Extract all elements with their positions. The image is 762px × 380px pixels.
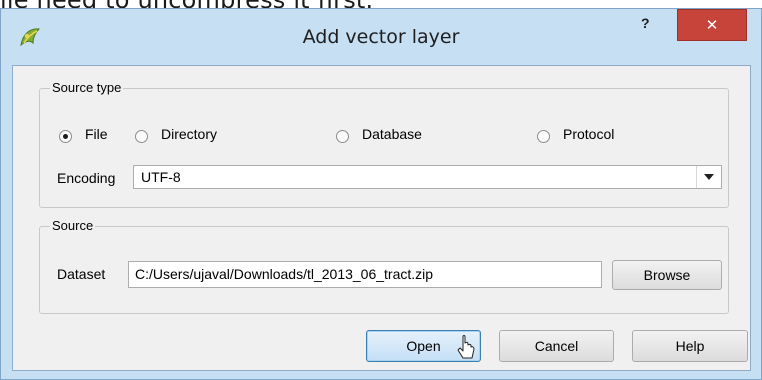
source-legend: Source bbox=[50, 218, 96, 233]
source-type-legend: Source type bbox=[50, 80, 124, 95]
directory-radio-label[interactable]: Directory bbox=[161, 126, 217, 142]
file-radio-label[interactable]: File bbox=[85, 126, 108, 142]
directory-radio[interactable] bbox=[135, 130, 148, 143]
add-vector-layer-dialog: Add vector layer ? ✕ Source type File Di… bbox=[0, 8, 762, 380]
database-radio-label[interactable]: Database bbox=[362, 126, 422, 142]
chevron-down-icon[interactable] bbox=[696, 166, 721, 188]
screenshot: ile need to uncompress it first. Add vec… bbox=[0, 0, 762, 380]
close-button[interactable]: ✕ bbox=[677, 9, 747, 41]
dialog-body: Source type File Directory Database Prot… bbox=[12, 65, 751, 371]
database-radio[interactable] bbox=[336, 130, 349, 143]
close-icon: ✕ bbox=[705, 16, 719, 34]
title-bar[interactable]: Add vector layer ? ✕ bbox=[1, 9, 761, 65]
encoding-select[interactable]: UTF-8 bbox=[133, 165, 722, 189]
mouse-pointer-icon bbox=[457, 335, 475, 359]
dataset-path-input[interactable]: C:/Users/ujaval/Downloads/tl_2013_06_tra… bbox=[128, 261, 602, 288]
encoding-label: Encoding bbox=[57, 170, 116, 186]
source-group: Source Dataset C:/Users/ujaval/Downloads… bbox=[39, 218, 729, 314]
file-radio[interactable] bbox=[59, 130, 72, 143]
dataset-label: Dataset bbox=[57, 266, 106, 282]
browse-button[interactable]: Browse bbox=[612, 260, 722, 290]
protocol-radio-label[interactable]: Protocol bbox=[563, 126, 614, 142]
context-help-button[interactable]: ? bbox=[641, 15, 650, 31]
help-button[interactable]: Help bbox=[632, 330, 748, 362]
encoding-value: UTF-8 bbox=[141, 169, 181, 185]
cancel-button[interactable]: Cancel bbox=[499, 330, 614, 362]
protocol-radio[interactable] bbox=[537, 130, 550, 143]
source-type-group: Source type File Directory Database Prot… bbox=[39, 80, 729, 208]
